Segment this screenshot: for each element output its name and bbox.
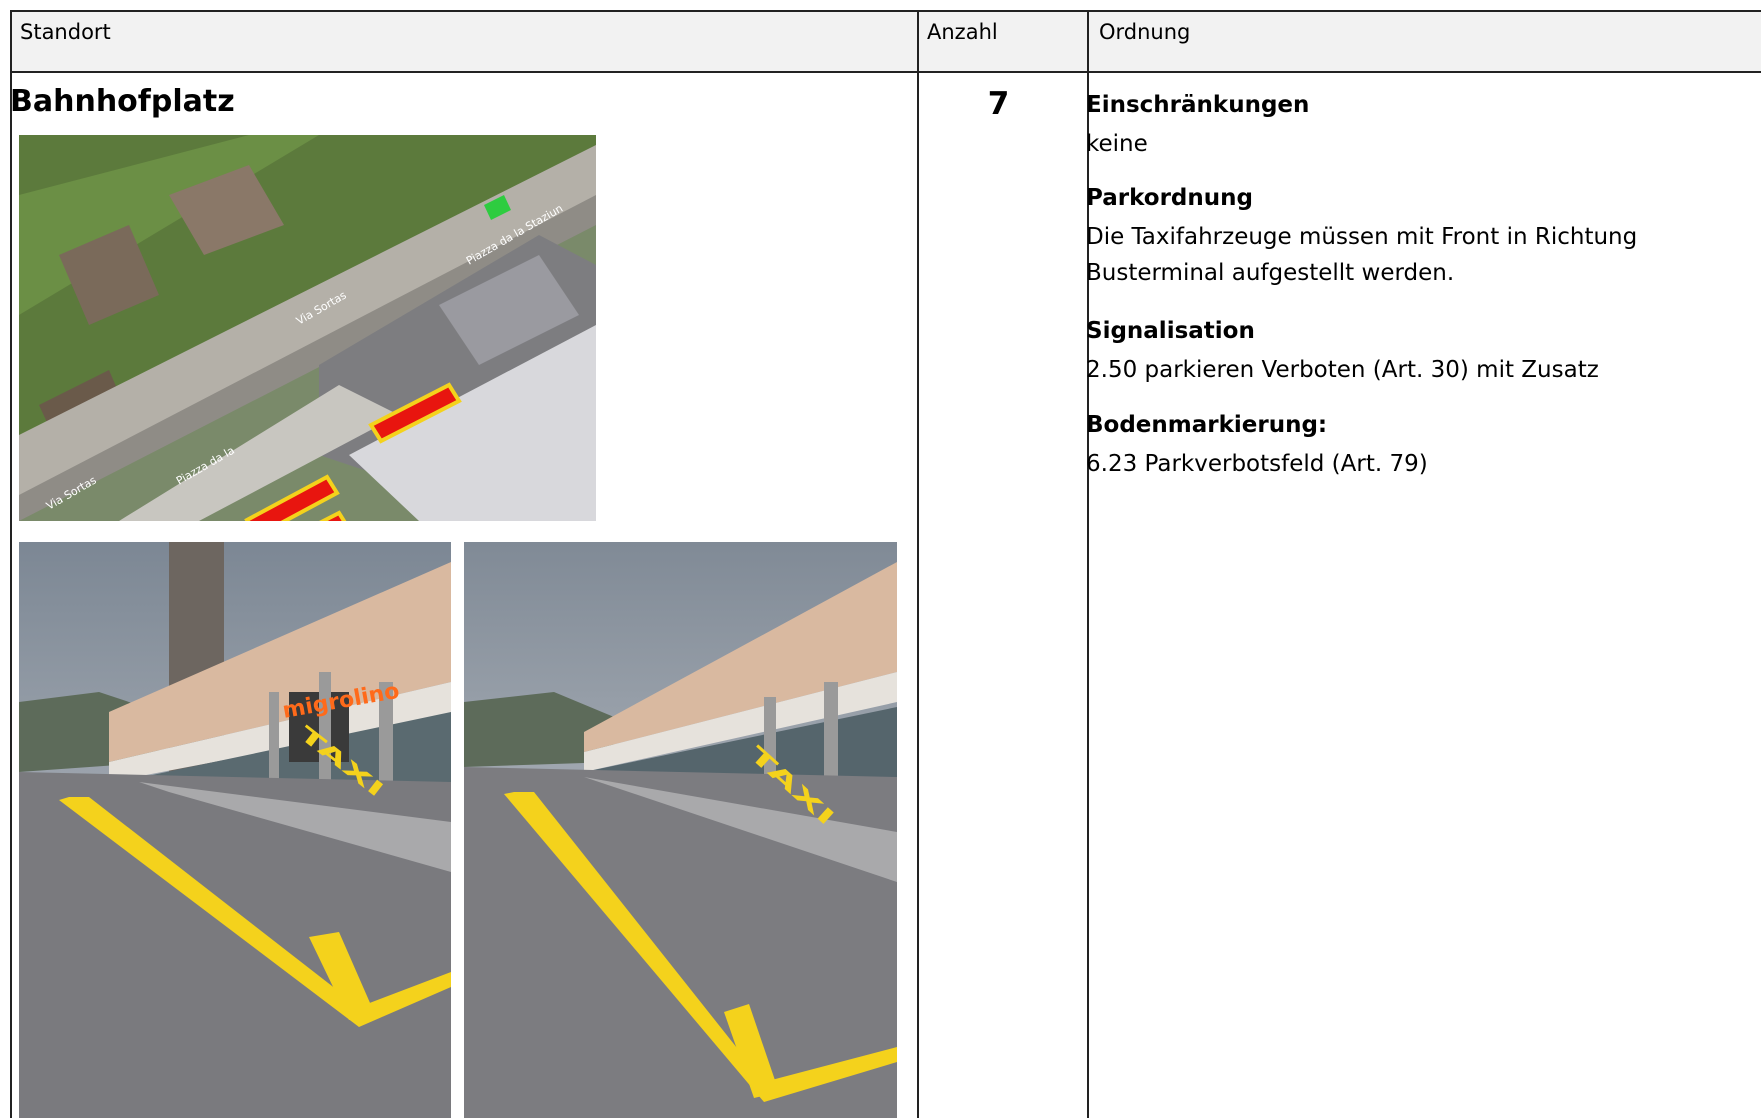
section-text-signage: 2.50 parkieren Verboten (Art. 30) mit Zu… [1086, 357, 1599, 383]
aerial-map-photo: Via Sortas Via Sortas Piazza da la Piazz… [19, 135, 596, 521]
section-heading-parking-order: Parkordnung [1086, 185, 1253, 211]
column-divider [917, 12, 919, 1118]
section-text-restrictions: keine [1086, 131, 1148, 157]
section-heading-signage: Signalisation [1086, 318, 1255, 344]
header-ordnung: Ordnung [1099, 20, 1191, 44]
station-taxi-photo-2: TAXI [464, 542, 897, 1118]
location-title: Bahnhofplatz [10, 84, 235, 119]
taxi-count: 7 [987, 86, 1010, 122]
column-divider [1087, 12, 1089, 1118]
header-anzahl: Anzahl [927, 20, 998, 44]
station-taxi-photo-1: migrolino TAXI [19, 542, 451, 1118]
section-text-road-marking: 6.23 Parkverbotsfeld (Art. 79) [1086, 451, 1428, 477]
section-heading-restrictions: Einschränkungen [1086, 92, 1310, 118]
section-text-parking-order: Die Taxifahrzeuge müssen mit Front in Ri… [1086, 224, 1638, 286]
header-standort: Standort [20, 20, 111, 44]
table-header-row: Standort Anzahl Ordnung [12, 12, 1761, 73]
section-heading-road-marking: Bodenmarkierung: [1086, 412, 1328, 438]
